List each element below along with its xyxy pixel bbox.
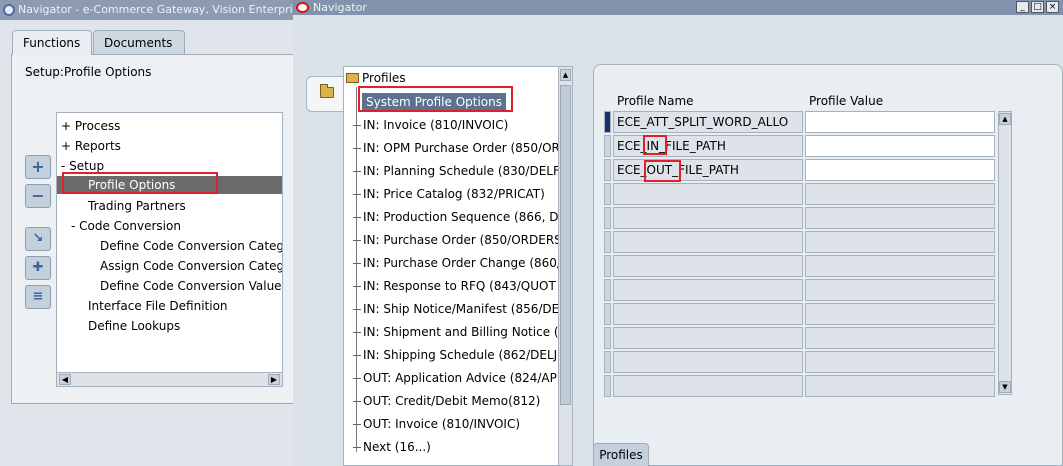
scroll-left-icon[interactable]: ◀ [59,374,71,385]
profile-value-field[interactable] [805,159,995,181]
list-item-next[interactable]: Next (16...) [353,437,431,457]
row-marker[interactable] [604,135,611,157]
scroll-up-icon[interactable]: ▲ [999,113,1011,125]
profile-value-field[interactable] [805,135,995,157]
plus-icon: + [31,157,45,176]
function-path-label: Setup:Profile Options [25,65,152,79]
profiles-vertical-scrollbar[interactable]: ▲ [558,67,572,465]
minus-icon: − [31,186,45,205]
tree-item-setup[interactable]: - Setup [61,157,104,175]
functions-panel: Setup:Profile Options + − ↘ ✚ ≡ + Proces… [11,54,294,404]
column-header-profile-name: Profile Name [617,94,694,108]
tree-item-code-conversion[interactable]: - Code Conversion [71,217,181,235]
column-header-profile-value: Profile Value [809,94,884,108]
tree-item-interface-file-definition[interactable]: Interface File Definition [88,297,228,315]
profile-name-cell[interactable]: ECE_IN_FILE_PATH [613,135,803,157]
open-folder-icon [320,84,334,98]
current-row-marker[interactable] [604,111,611,133]
collapse-button[interactable]: − [25,184,51,208]
list-item[interactable]: IN: Production Sequence (866, DE [353,207,566,227]
list-item[interactable]: IN: OPM Purchase Order (850/OR [353,138,560,158]
back-window-title: Navigator - e-Commerce Gateway, Vision E… [18,3,294,16]
profiles-tree: Profiles System Profile Options IN: Invo… [343,66,573,466]
collapse-all-icon: ≡ [32,289,44,304]
list-item[interactable]: IN: Ship Notice/Manifest (856/DES [353,299,567,319]
front-navigator-window: Navigator _ □ × Profiles System Profile … [293,0,1063,466]
oracle-logo-icon [296,2,309,13]
expand-branch-icon: ↘ [32,231,44,246]
back-navigator-window: Navigator - e-Commerce Gateway, Vision E… [0,0,294,466]
tab-functions[interactable]: Functions [12,30,92,55]
list-item[interactable]: OUT: Credit/Debit Memo(812) [353,391,540,411]
tree-item-profile-options[interactable]: Profile Options [57,176,282,194]
open-button[interactable] [306,76,346,112]
tree-item-define-lookups[interactable]: Define Lookups [88,317,180,335]
minimize-icon[interactable]: _ [1016,1,1029,13]
tree-item-reports[interactable]: + Reports [61,137,121,155]
row-marker[interactable] [604,159,611,181]
expand-all-button[interactable]: ✚ [25,256,51,280]
expand-all-icon: ✚ [32,260,44,275]
tree-horizontal-scrollbar[interactable]: ◀ ▶ [57,372,282,386]
list-item[interactable]: OUT: Invoice (810/INVOIC) [353,414,520,434]
tree-item-process[interactable]: + Process [61,117,120,135]
scroll-thumb[interactable] [560,85,571,405]
front-window-title: Navigator [313,1,367,14]
list-item[interactable]: IN: Shipment and Billing Notice (8 [353,322,566,342]
expand-branch-button[interactable]: ↘ [25,227,51,251]
function-tree: + Process + Reports - Setup Profile Opti… [56,112,283,387]
profile-name-cell[interactable]: ECE_OUT_FILE_PATH [613,159,803,181]
scroll-up-icon[interactable]: ▲ [560,69,571,81]
tree-item-define-code-conversion-values[interactable]: Define Code Conversion Values [100,277,282,295]
tab-documents[interactable]: Documents [93,30,185,54]
list-item[interactable]: IN: Invoice (810/INVOIC) [353,115,508,135]
list-item[interactable]: IN: Response to RFQ (843/QUOT [353,276,556,296]
scroll-down-icon[interactable]: ▼ [999,381,1011,393]
system-profile-options-item[interactable]: System Profile Options [362,93,506,111]
profile-values-panel: Profile Name Profile Value ECE_ATT_SPLIT… [593,64,1063,466]
scroll-right-icon[interactable]: ▶ [268,374,280,385]
tree-item-assign-code-conversion-category[interactable]: Assign Code Conversion Catego [100,257,282,275]
grid-vertical-scrollbar[interactable]: ▲ ▼ [998,111,1012,395]
folder-icon [346,73,359,83]
tree-item-define-code-conversion-category[interactable]: Define Code Conversion Catego [100,237,282,255]
list-item[interactable]: IN: Planning Schedule (830/DELF [353,161,560,181]
list-item[interactable]: IN: Shipping Schedule (862/DELJI [353,345,561,365]
list-item[interactable]: IN: Price Catalog (832/PRICAT) [353,184,545,204]
profile-name-cell[interactable]: ECE_ATT_SPLIT_WORD_ALLO [613,111,803,133]
profile-value-field[interactable] [805,111,995,133]
back-window-titlebar[interactable]: Navigator - e-Commerce Gateway, Vision E… [0,0,294,20]
app-logo-icon [3,4,15,16]
tab-profiles[interactable]: Profiles [593,443,649,466]
profiles-root-label: Profiles [362,71,406,85]
list-item[interactable]: OUT: Application Advice (824/APE [353,368,564,388]
close-icon[interactable]: × [1046,1,1059,13]
maximize-icon[interactable]: □ [1031,1,1044,13]
list-item[interactable]: IN: Purchase Order Change (860/ [353,253,561,273]
list-item[interactable]: IN: Purchase Order (850/ORDERS [353,230,562,250]
front-window-titlebar[interactable]: Navigator _ □ × [293,0,1063,15]
expand-button[interactable]: + [25,155,51,179]
collapse-all-button[interactable]: ≡ [25,285,51,309]
profiles-root[interactable]: Profiles [346,69,406,87]
tree-item-trading-partners[interactable]: Trading Partners [88,197,186,215]
